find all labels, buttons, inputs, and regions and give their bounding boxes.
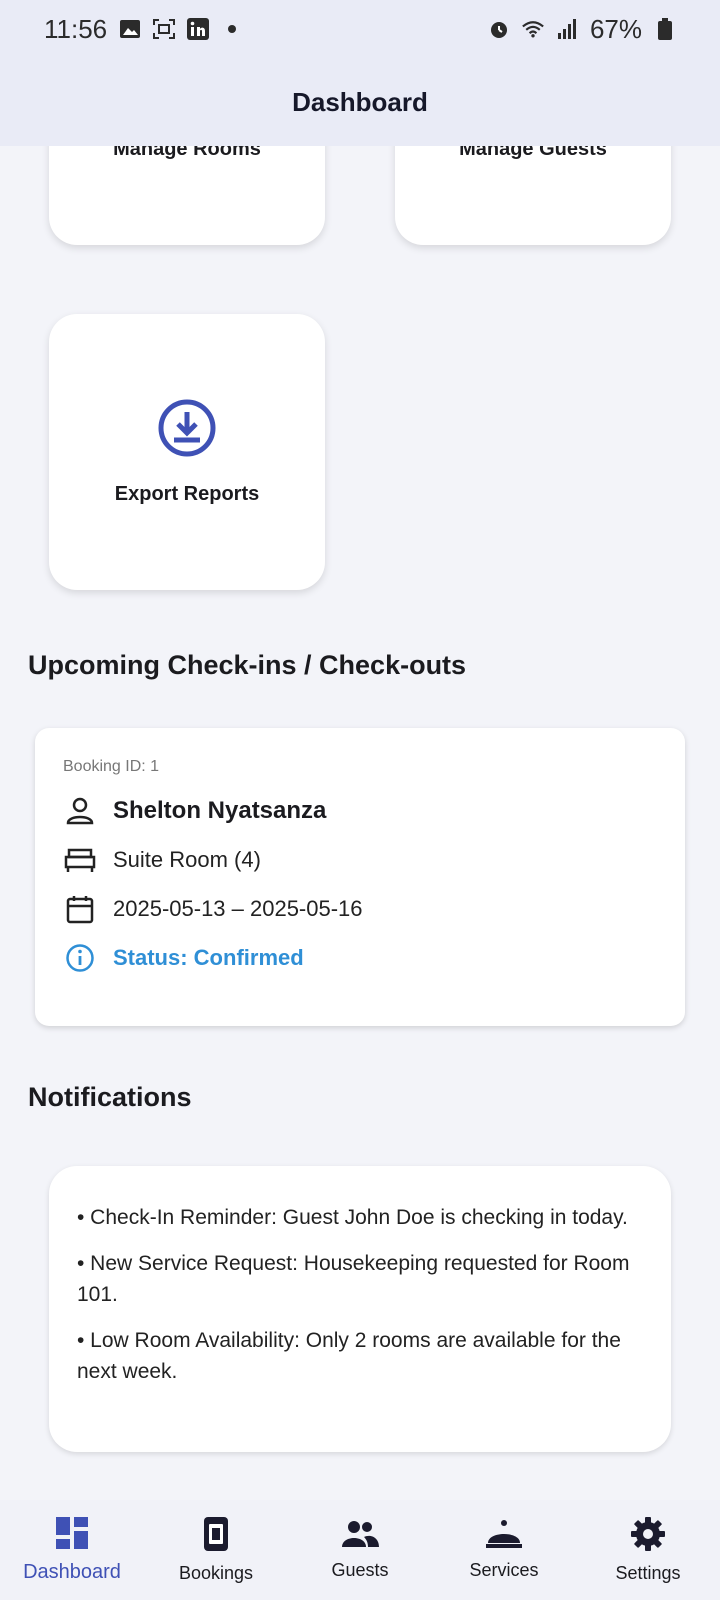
guest-name: Shelton Nyatsanza [113,796,327,824]
guests-icon [340,1519,380,1554]
export-reports-tile[interactable]: Export Reports [49,314,325,590]
status-time: 11:56 [44,13,108,44]
bed-icon [63,843,97,877]
screenshot-icon [153,18,176,40]
linkedin-icon [187,18,210,40]
bookings-icon [202,1516,230,1557]
nav-services[interactable]: Services [432,1519,576,1581]
booking-card[interactable]: Booking ID: 1 Shelton Nyatsanza Suite Ro… [35,728,685,1026]
booking-id: Booking ID: 1 [63,758,160,775]
notification-item: • Low Room Availability: Only 2 rooms ar… [77,1329,621,1383]
upcoming-section-title: Upcoming Check-ins / Check-outs [28,650,467,680]
export-reports-label: Export Reports [114,483,260,505]
nav-label: Settings [615,1563,681,1583]
dot-icon [221,18,243,40]
wifi-icon [522,18,544,40]
room-type: Suite Room (4) [113,846,261,872]
notification-item: • Check-In Reminder: Guest John Doe is c… [77,1206,628,1229]
app-bar: Dashboard [0,58,720,146]
booking-status: Status: Confirmed [113,944,304,970]
notifications-card: • Check-In Reminder: Guest John Doe is c… [49,1166,671,1452]
page-title: Dashboard [292,86,428,117]
download-icon [157,398,217,463]
nav-label: Dashboard [23,1561,121,1583]
booking-dates: 2025-05-13 – 2025-05-16 [113,895,363,921]
settings-icon [630,1516,666,1557]
battery-icon [654,18,676,40]
status-bar: 11:56 67% [0,0,720,58]
bottom-navigation: Dashboard Bookings Guests Services Setti… [0,1500,720,1600]
battery-percent: 67% [589,13,642,44]
image-icon [119,18,141,40]
info-icon [63,941,97,975]
dashboard-icon [55,1516,89,1555]
dashboard-content: Manage Rooms Manage Guests Export Report… [0,0,720,1500]
nav-dashboard[interactable]: Dashboard [0,1516,144,1584]
calendar-icon [63,892,97,926]
nav-label: Bookings [178,1563,254,1583]
signal-icon [556,18,578,40]
alarm-icon [488,18,510,40]
notifications-section-title: Notifications [28,1082,192,1112]
person-icon [63,794,97,828]
nav-guests[interactable]: Guests [288,1519,432,1581]
services-icon [485,1519,523,1554]
nav-label: Services [469,1560,539,1580]
nav-bookings[interactable]: Bookings [144,1516,288,1584]
notification-item: • New Service Request: Housekeeping requ… [77,1252,630,1306]
nav-settings[interactable]: Settings [576,1516,720,1584]
nav-label: Guests [331,1560,389,1580]
